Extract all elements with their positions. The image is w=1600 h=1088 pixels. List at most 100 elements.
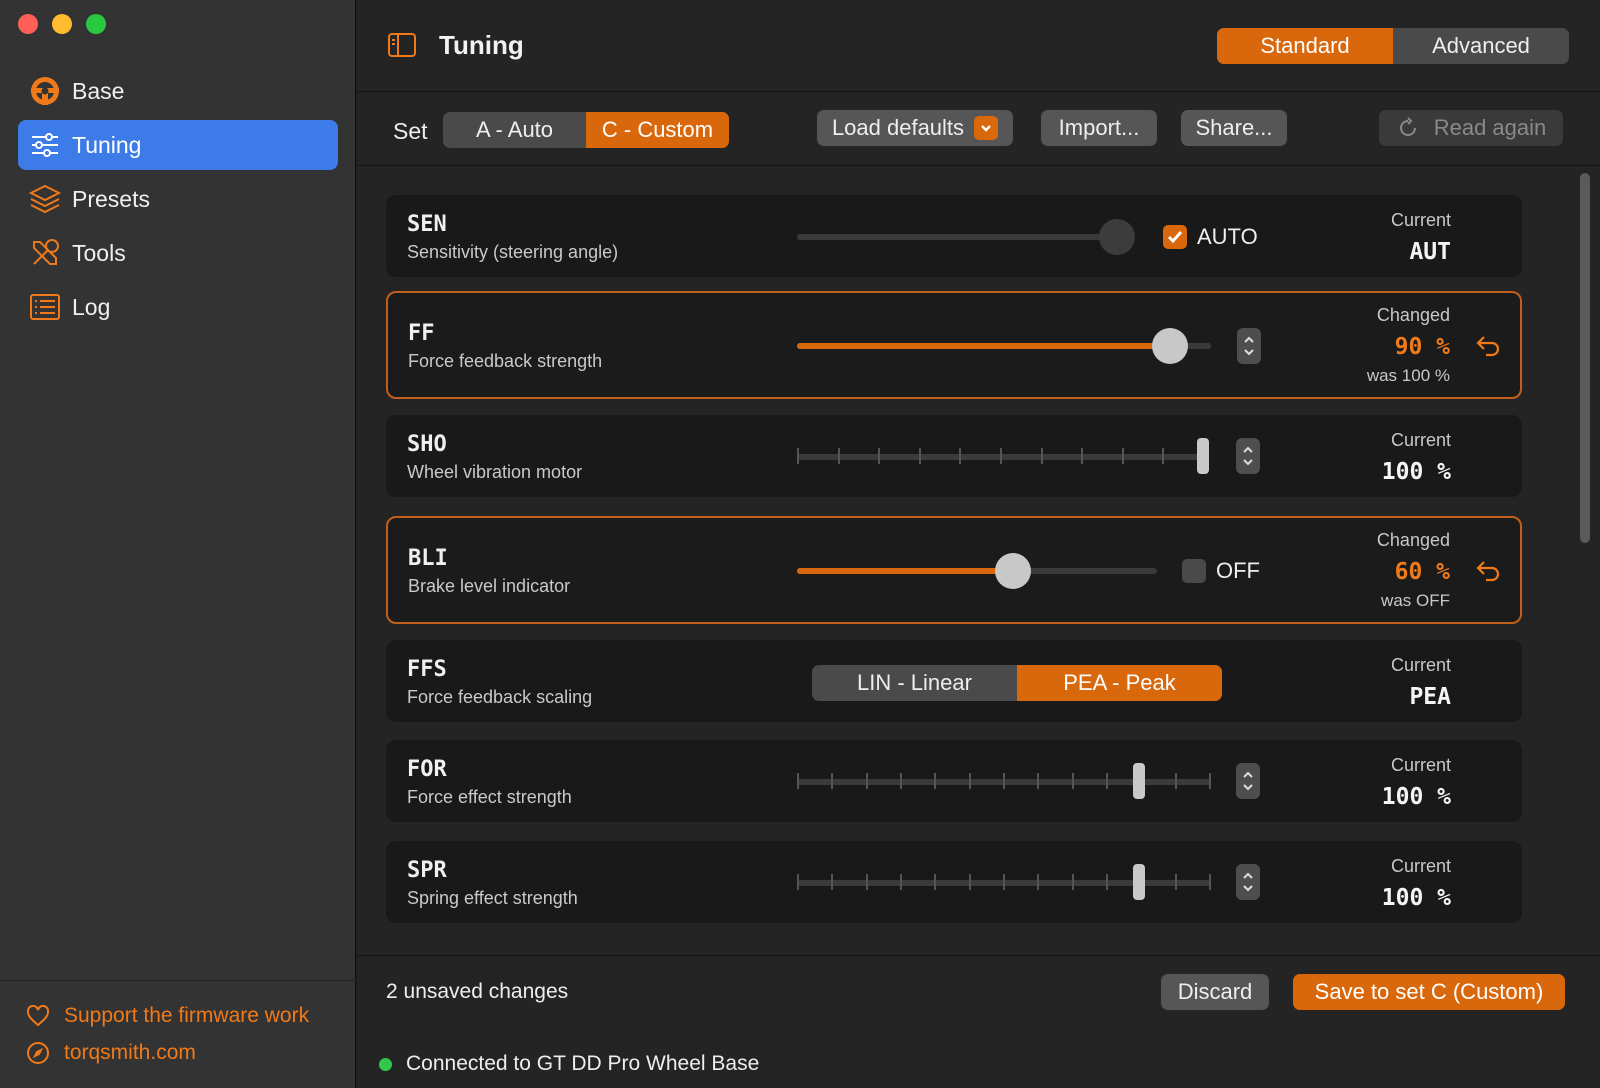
load-defaults-label: Load defaults: [831, 115, 965, 140]
slider-tick: [1037, 773, 1039, 789]
undo-icon[interactable]: [1474, 556, 1502, 584]
save-button[interactable]: Save to set C (Custom): [1293, 974, 1565, 1010]
mode-advanced-option[interactable]: Advanced: [1393, 28, 1569, 64]
website-link[interactable]: torqsmith.com: [26, 1041, 196, 1065]
slider-tick: [1003, 874, 1005, 890]
read-again-button[interactable]: Read again: [1379, 110, 1563, 146]
status-label: Current: [1390, 430, 1451, 450]
slider-tick: [1122, 448, 1124, 464]
slider-tick: [1072, 874, 1074, 890]
slider-knob[interactable]: [1152, 328, 1188, 364]
unsaved-changes-text: 2 unsaved changes: [386, 980, 569, 1003]
slider-knob[interactable]: [1099, 219, 1135, 255]
list-scrollbar[interactable]: [1580, 173, 1590, 543]
param-code: FOR: [407, 757, 447, 782]
sen-slider[interactable]: [797, 219, 1135, 255]
set-a-auto-option[interactable]: A - Auto: [443, 112, 586, 148]
slider-tick: [1081, 448, 1083, 464]
param-description: Sensitivity (steering angle): [407, 242, 619, 262]
slider-tick: [969, 874, 971, 890]
param-description: Brake level indicator: [408, 576, 571, 596]
param-row-spr: SPR Spring effect strength Current 100 %: [386, 841, 1522, 923]
load-defaults-button[interactable]: Load defaults: [817, 110, 1013, 146]
undo-icon[interactable]: [1474, 331, 1502, 359]
tools-icon: [33, 239, 59, 265]
param-status: Current 100 %: [1382, 856, 1451, 911]
previous-value: was 100 %: [1366, 366, 1450, 385]
compass-icon: [27, 1042, 49, 1064]
chevron-up-down-icon: [1243, 446, 1253, 466]
status-value: 100 %: [1381, 885, 1451, 911]
status-value: 90 %: [1394, 334, 1450, 360]
for-stepper[interactable]: [1236, 763, 1260, 799]
set-c-custom-option[interactable]: C - Custom: [586, 112, 729, 148]
mode-standard-option[interactable]: Standard: [1217, 28, 1393, 64]
status-label: Current: [1390, 655, 1451, 675]
slider-tick: [1175, 874, 1177, 890]
support-link-label: Support the firmware work: [64, 1004, 310, 1027]
chevron-down-icon: [974, 116, 999, 140]
param-code: FF: [408, 321, 435, 346]
mode-segmented-control: Standard Advanced: [1217, 28, 1569, 64]
page-title: Tuning: [439, 30, 524, 60]
slider-thumb[interactable]: [1133, 763, 1145, 799]
slider-tick: [838, 448, 840, 464]
auto-checkbox[interactable]: [1163, 225, 1187, 249]
share-button[interactable]: Share...: [1181, 110, 1287, 146]
slider-knob[interactable]: [995, 553, 1031, 589]
sidebar-item-base[interactable]: Base: [18, 66, 338, 116]
param-row-bli: BLI Brake level indicator OFF Changed 60…: [386, 516, 1522, 624]
minimize-window-button[interactable]: [52, 14, 72, 34]
param-code: SPR: [407, 858, 447, 883]
heart-icon: [26, 1004, 50, 1027]
param-row-ff: FF Force feedback strength Changed 90 % …: [386, 291, 1522, 399]
slider-thumb[interactable]: [1133, 864, 1145, 900]
sidebar-item-tools[interactable]: Tools: [18, 228, 338, 278]
sidebar: Base Tuning Presets Tools Log Support th…: [0, 0, 356, 1088]
slider-tick: [797, 448, 799, 464]
import-button[interactable]: Import...: [1041, 110, 1157, 146]
status-value: AUT: [1409, 239, 1451, 265]
status-label: Changed: [1376, 305, 1450, 325]
status-value: 100 %: [1381, 459, 1451, 485]
ffs-segmented-control: LIN - Linear PEA - Peak: [812, 665, 1222, 701]
slider-tick: [1162, 448, 1164, 464]
slider-thumb[interactable]: [1197, 438, 1209, 474]
ff-slider[interactable]: [797, 328, 1211, 364]
status-label: Current: [1390, 856, 1451, 876]
support-link[interactable]: Support the firmware work: [26, 1004, 309, 1028]
spr-stepper[interactable]: [1236, 864, 1260, 900]
spr-slider[interactable]: [797, 864, 1211, 900]
param-description: Spring effect strength: [407, 888, 578, 908]
sho-slider[interactable]: [797, 438, 1209, 474]
zoom-window-button[interactable]: [86, 14, 106, 34]
ffs-linear-option[interactable]: LIN - Linear: [812, 665, 1017, 701]
slider-tick: [866, 773, 868, 789]
sho-stepper[interactable]: [1236, 438, 1260, 474]
connection-status: Connected to GT DD Pro Wheel Base: [379, 1052, 759, 1076]
status-label: Current: [1390, 755, 1451, 775]
discard-button[interactable]: Discard: [1161, 974, 1269, 1010]
slider-tick: [919, 448, 921, 464]
slider-tick: [1003, 773, 1005, 789]
sidebar-toggle-icon[interactable]: [387, 32, 417, 58]
sidebar-item-presets[interactable]: Presets: [18, 174, 338, 224]
slider-tick: [900, 773, 902, 789]
ffs-peak-option[interactable]: PEA - Peak: [1017, 665, 1222, 701]
status-label: Changed: [1376, 530, 1450, 550]
bli-slider[interactable]: [797, 553, 1157, 589]
close-window-button[interactable]: [18, 14, 38, 34]
slider-tick: [959, 448, 961, 464]
sidebar-item-tuning[interactable]: Tuning: [18, 120, 338, 170]
sidebar-item-log[interactable]: Log: [18, 282, 338, 332]
checkmark-icon: [1167, 231, 1183, 244]
auto-checkbox-label: AUTO: [1197, 224, 1258, 249]
set-label: Set: [393, 118, 428, 144]
for-slider[interactable]: [797, 763, 1211, 799]
off-checkbox[interactable]: [1182, 559, 1206, 583]
toolbar: Set A - Auto C - Custom Load defaults Im…: [357, 92, 1600, 166]
ff-stepper[interactable]: [1237, 328, 1261, 364]
param-status: Current 100 %: [1382, 430, 1451, 485]
sidebar-item-label: Log: [72, 293, 111, 320]
slider-tick: [1209, 773, 1211, 789]
